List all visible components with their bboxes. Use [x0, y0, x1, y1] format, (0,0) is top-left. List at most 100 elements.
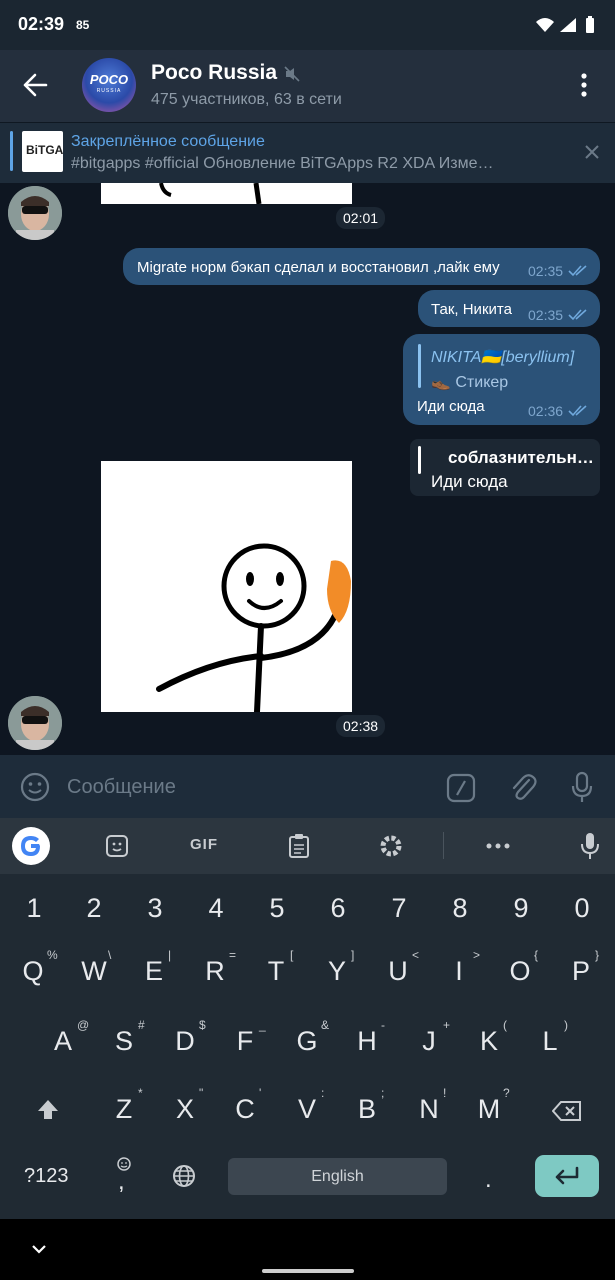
chat-subtitle: 475 участников, 63 в сети — [151, 91, 342, 108]
attach-icon[interactable] — [509, 772, 537, 804]
sticker-message[interactable] — [101, 183, 352, 204]
emoji-icon[interactable] — [20, 772, 50, 802]
battery-percent: 85 — [76, 18, 90, 32]
key-7[interactable]: 7 — [379, 893, 419, 924]
battery-icon — [586, 18, 594, 33]
key-hint: ? — [503, 1086, 510, 1100]
key-0[interactable]: 0 — [562, 893, 602, 924]
pinned-thumbnail: BiTGA — [22, 131, 63, 172]
key-hint: \ — [108, 948, 112, 962]
space-key-label: English — [311, 1168, 364, 1185]
key-hint: { — [534, 948, 539, 962]
key-2[interactable]: 2 — [74, 893, 114, 924]
key-hint: * — [138, 1086, 143, 1100]
signal-icon — [560, 18, 576, 32]
pinned-indicator — [10, 131, 13, 171]
muted-icon — [284, 66, 300, 82]
avatar-photo — [8, 696, 62, 750]
comma-key[interactable]: , — [118, 1168, 125, 1196]
sticker-icon[interactable] — [105, 834, 129, 858]
key-hint: + — [443, 1018, 451, 1032]
key-hint: " — [199, 1086, 204, 1100]
message-time: 02:38 — [336, 715, 386, 737]
message-input[interactable]: Сообщение — [67, 776, 176, 799]
key-1[interactable]: 1 — [14, 893, 54, 924]
read-ticks-icon — [568, 405, 587, 417]
message-text: Иди сюда — [431, 472, 508, 491]
clipboard-icon[interactable] — [288, 833, 310, 859]
backspace-icon[interactable] — [552, 1100, 582, 1122]
wifi-icon — [536, 18, 554, 32]
voice-input-icon[interactable] — [580, 832, 600, 860]
reply-text: 👞 Стикер — [431, 374, 509, 391]
key-hint: _ — [259, 1018, 266, 1032]
user-avatar[interactable] — [8, 696, 62, 750]
key-hint: } — [595, 948, 600, 962]
reply-indicator — [418, 344, 421, 388]
message-time: 02:35 — [528, 263, 564, 279]
key-4[interactable]: 4 — [196, 893, 236, 924]
key-hint: ( — [503, 1018, 507, 1032]
shift-icon[interactable] — [36, 1098, 60, 1122]
reply-indicator — [418, 446, 421, 474]
bot-commands-icon[interactable] — [446, 773, 476, 803]
sticker-image — [159, 183, 262, 204]
reply-author: соблазнительн… — [448, 448, 594, 467]
key-8[interactable]: 8 — [440, 893, 480, 924]
key-hint: # — [138, 1018, 145, 1032]
google-icon[interactable] — [12, 827, 50, 865]
key-6[interactable]: 6 — [318, 893, 358, 924]
key-hint: < — [412, 948, 420, 962]
message-text: Migrate норм бэкап сделал и восстановил … — [137, 259, 500, 276]
status-icons — [536, 16, 594, 33]
symbols-key[interactable]: ?123 — [24, 1165, 69, 1188]
chevron-down-icon[interactable] — [31, 1244, 47, 1254]
key-hint: ! — [443, 1086, 447, 1100]
toolbar-divider — [443, 832, 444, 859]
read-ticks-icon — [568, 309, 587, 321]
key-hint: & — [321, 1018, 330, 1032]
language-globe-icon[interactable] — [172, 1164, 196, 1188]
pinned-title: Закреплённое сообщение — [71, 133, 265, 150]
key-hint: @ — [77, 1018, 90, 1032]
group-avatar[interactable]: POCO RUSSIA — [82, 58, 136, 112]
pinned-thumb-label: BiTGA — [26, 143, 63, 157]
pinned-message-bar[interactable] — [0, 122, 615, 183]
message-time: 02:01 — [336, 207, 386, 229]
back-arrow-icon[interactable] — [22, 73, 48, 97]
microphone-icon[interactable] — [570, 771, 594, 805]
settings-icon[interactable] — [378, 833, 404, 859]
key-hint: - — [381, 1018, 385, 1032]
status-bar — [0, 0, 615, 50]
read-ticks-icon — [568, 265, 587, 277]
close-icon[interactable] — [585, 145, 599, 159]
more-icon[interactable] — [486, 843, 510, 849]
key-hint: ) — [564, 1018, 568, 1032]
sticker-message[interactable] — [101, 461, 352, 712]
key-hint: $ — [199, 1018, 206, 1032]
pinned-text: #bitgapps #official Обновление BiTGApps … — [71, 155, 494, 172]
key-hint: ' — [259, 1086, 262, 1100]
message-text: Так, Никита — [431, 301, 512, 318]
avatar-photo — [8, 186, 62, 240]
key-hint: [ — [290, 948, 294, 962]
key-hint: % — [47, 948, 58, 962]
period-key[interactable]: . — [485, 1166, 492, 1194]
more-menu-icon[interactable] — [580, 73, 588, 97]
message-time: 02:36 — [528, 403, 564, 419]
key-hint: ] — [351, 948, 355, 962]
key-5[interactable]: 5 — [257, 893, 297, 924]
key-9[interactable]: 9 — [501, 893, 541, 924]
message-time: 02:35 — [528, 307, 564, 323]
chat-title[interactable]: Poco Russia — [151, 61, 277, 85]
user-avatar[interactable] — [8, 186, 62, 240]
avatar-subtitle: RUSSIA — [96, 88, 122, 94]
key-hint: | — [168, 948, 172, 962]
status-time: 02:39 — [18, 14, 65, 34]
key-hint: : — [321, 1086, 325, 1100]
key-3[interactable]: 3 — [135, 893, 175, 924]
reply-author: NIKITA🇺🇦[beryllium] — [431, 349, 575, 366]
gif-button[interactable]: GIF — [190, 836, 218, 853]
message-text: Иди сюда — [417, 398, 485, 415]
home-gesture-pill[interactable] — [262, 1269, 354, 1273]
